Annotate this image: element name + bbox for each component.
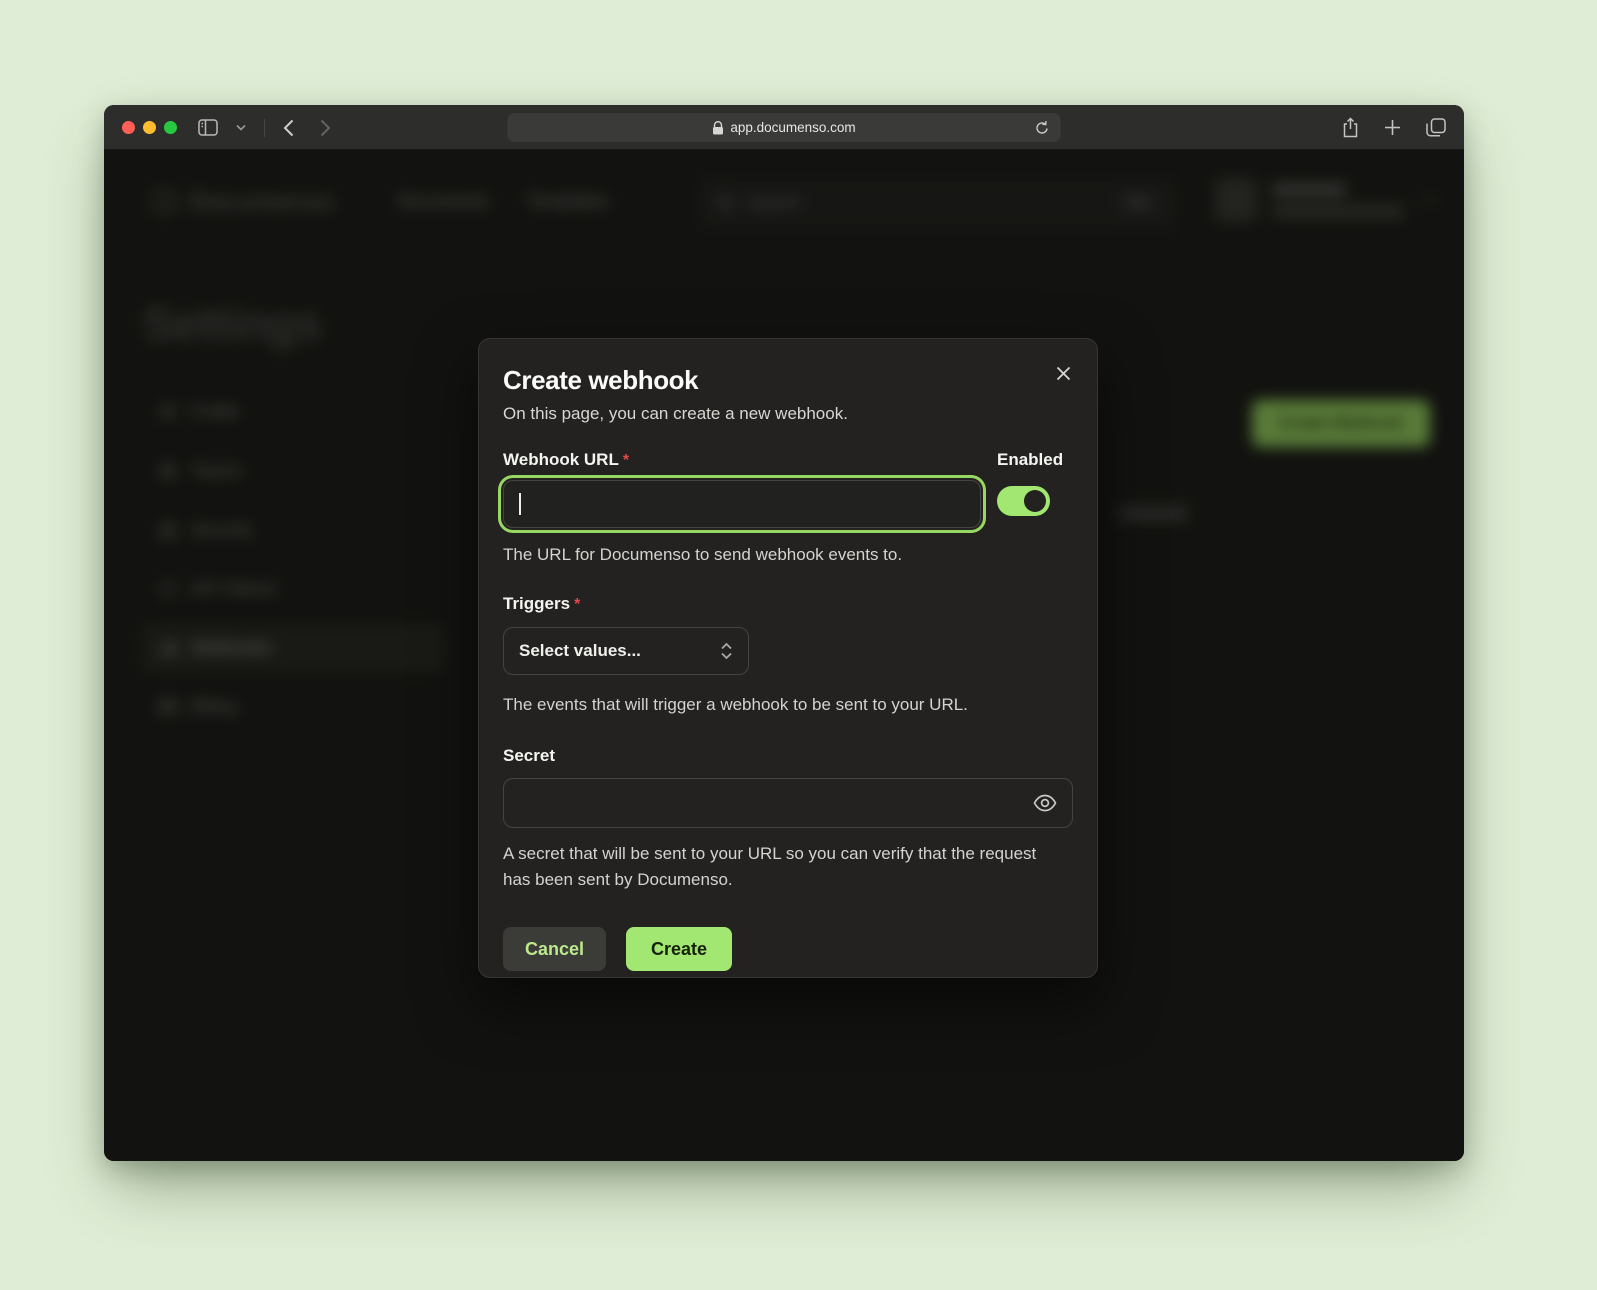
browser-window: app.documenso.com	[104, 105, 1464, 1161]
cancel-button[interactable]: Cancel	[503, 927, 606, 971]
lock-icon	[712, 121, 723, 135]
tab-overview-icon[interactable]	[1424, 116, 1448, 139]
triggers-helper: The events that will trigger a webhook t…	[503, 692, 1073, 718]
dialog-subtitle: On this page, you can create a new webho…	[503, 404, 1073, 424]
create-webhook-dialog: Create webhook On this page, you can cre…	[478, 338, 1098, 978]
back-button[interactable]	[281, 117, 296, 139]
address-bar-url: app.documenso.com	[730, 120, 855, 135]
secret-helper: A secret that will be sent to your URL s…	[503, 841, 1043, 893]
eye-icon	[1033, 794, 1057, 812]
webhook-url-label: Webhook URL	[503, 450, 619, 469]
required-marker: *	[574, 596, 580, 613]
required-marker: *	[623, 452, 629, 469]
webhook-url-helper: The URL for Documenso to send webhook ev…	[503, 542, 1073, 568]
minimize-window-button[interactable]	[143, 121, 156, 134]
webhook-url-input[interactable]	[503, 480, 981, 528]
new-tab-icon[interactable]	[1382, 117, 1403, 138]
triggers-select[interactable]: Select values...	[503, 627, 749, 675]
triggers-label: Triggers	[503, 594, 570, 613]
close-icon[interactable]	[1049, 359, 1077, 387]
address-bar[interactable]: app.documenso.com	[508, 113, 1061, 142]
share-icon[interactable]	[1340, 115, 1361, 140]
toggle-knob	[1024, 490, 1046, 512]
create-button[interactable]: Create	[626, 927, 732, 971]
forward-button[interactable]	[318, 117, 333, 139]
page-content: Documenso Documents Templates Search ⌘K	[104, 150, 1464, 1161]
enabled-toggle[interactable]	[997, 486, 1050, 516]
browser-titlebar: app.documenso.com	[104, 105, 1464, 150]
reload-icon[interactable]	[1033, 118, 1052, 138]
text-caret	[519, 493, 521, 515]
show-secret-button[interactable]	[1031, 790, 1059, 816]
sidebar-toggle-icon[interactable]	[196, 117, 220, 138]
dialog-title: Create webhook	[503, 365, 1073, 396]
secret-label: Secret	[503, 746, 1073, 766]
traffic-lights	[122, 105, 177, 150]
zoom-window-button[interactable]	[164, 121, 177, 134]
close-window-button[interactable]	[122, 121, 135, 134]
sidebar-chevron-down-icon[interactable]	[234, 122, 248, 133]
enabled-label: Enabled	[997, 450, 1073, 470]
triggers-select-value: Select values...	[519, 641, 641, 661]
chevron-up-down-icon	[720, 642, 733, 660]
secret-input[interactable]	[503, 778, 1073, 828]
